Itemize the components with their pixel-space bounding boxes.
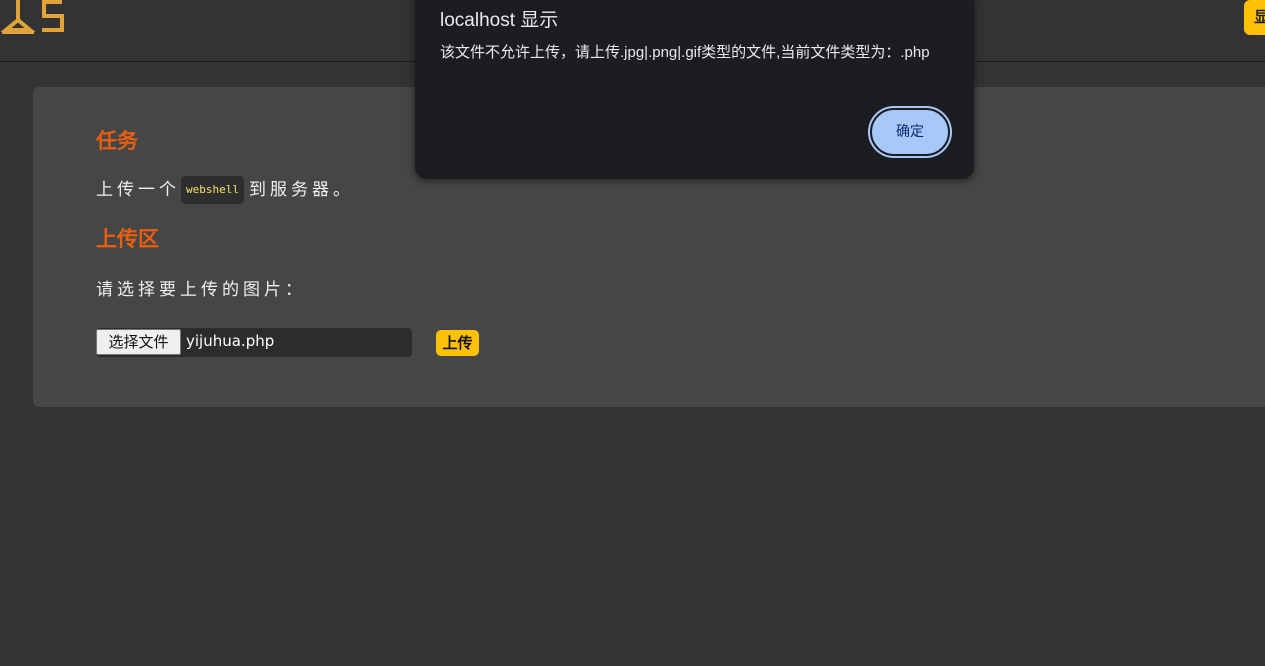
task-description: 上传一个 webshell 到服务器。 <box>96 176 354 204</box>
task-text-before: 上传一个 <box>96 180 180 200</box>
dialog-title: localhost 显示 <box>440 10 559 31</box>
dialog-ok-button[interactable]: 确定 <box>868 106 952 158</box>
task-text-after: 到服务器。 <box>248 180 354 200</box>
upload-heading: 上传区 <box>96 227 159 251</box>
upload-prompt: 请选择要上传的图片： <box>96 280 306 300</box>
header-action-button[interactable]: 显示 <box>1244 0 1265 35</box>
alert-dialog: localhost 显示 该文件不允许上传，请上传.jpg|.png|.gif类… <box>415 0 974 179</box>
upload-button[interactable]: 上传 <box>436 330 479 356</box>
file-input[interactable]: 选择文件 yijuhua.php <box>96 328 412 357</box>
ts-logo-icon[interactable] <box>0 0 66 36</box>
selected-file-name: yijuhua.php <box>186 332 275 350</box>
webshell-code: webshell <box>181 176 244 204</box>
choose-file-button[interactable]: 选择文件 <box>96 329 181 355</box>
dialog-message: 该文件不允许上传，请上传.jpg|.png|.gif类型的文件,当前文件类型为：… <box>440 44 930 61</box>
task-heading: 任务 <box>96 129 138 153</box>
